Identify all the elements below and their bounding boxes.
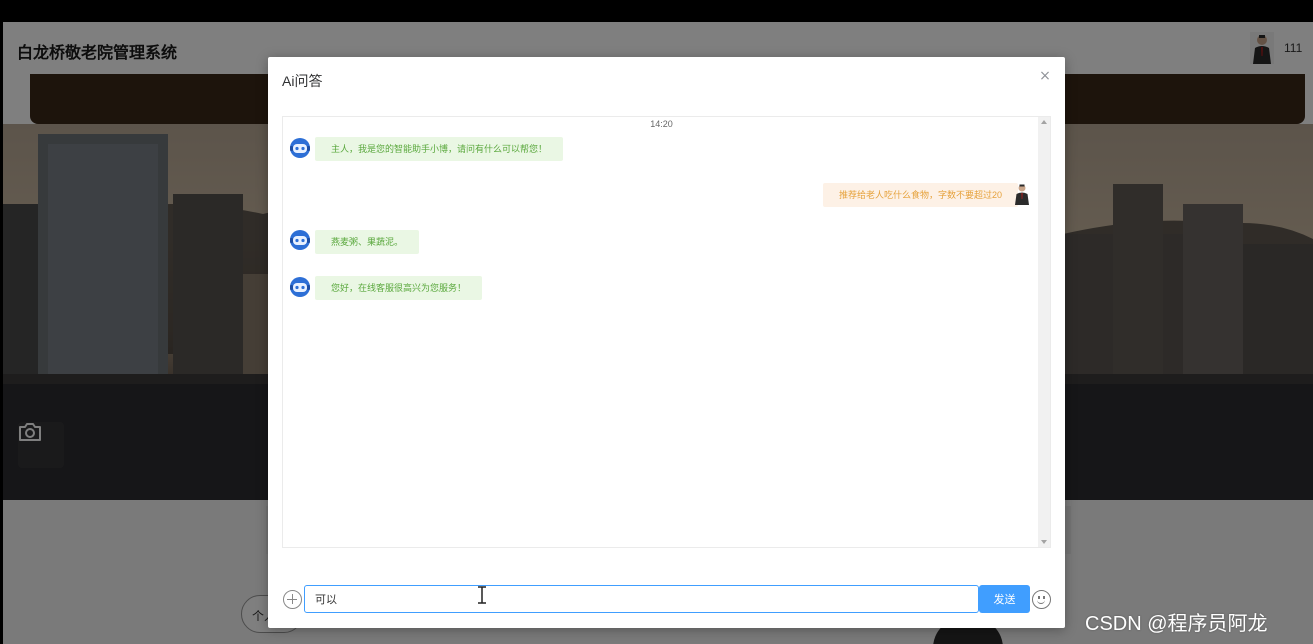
chat-scrollbar[interactable] — [1038, 117, 1050, 547]
smiley-icon[interactable] — [1032, 590, 1051, 609]
chat-input[interactable] — [304, 585, 979, 613]
robot-icon — [290, 138, 310, 158]
user-message-bubble: 推荐给老人吃什么食物，字数不要超过20 — [822, 183, 1018, 207]
csdn-watermark: CSDN @程序员阿龙 — [1085, 613, 1268, 635]
bot-message-bubble: 主人，我是您的智能助手小博，请问有什么可以帮您！ — [315, 137, 564, 161]
send-button[interactable]: 发送 — [979, 585, 1030, 613]
chat-message-area[interactable]: 14:20 主人，我是您的智能助手小博，请问有什么可以帮您！ 推荐给老人吃什么食… — [282, 116, 1051, 548]
ai-qa-dialog: Ai问答 × 14:20 主人，我是您的智能助手小博，请问有什么可以帮您！ 推荐… — [268, 57, 1065, 628]
robot-icon — [290, 277, 310, 297]
plus-circle-icon[interactable] — [283, 590, 302, 609]
dialog-title: Ai问答 — [282, 73, 323, 89]
screen-top-bar — [0, 0, 1313, 22]
scroll-down-arrow-icon[interactable] — [1041, 540, 1047, 544]
text-cursor-icon — [478, 586, 486, 604]
bot-message-bubble: 您好，在线客服很高兴为您服务！ — [315, 276, 483, 300]
close-icon[interactable]: × — [1038, 69, 1052, 83]
user-avatar-small — [1015, 184, 1029, 205]
robot-icon — [290, 230, 310, 250]
chat-timestamp: 14:20 — [650, 119, 673, 129]
bot-message-bubble: 燕麦粥、果蔬泥。 — [315, 230, 420, 254]
scroll-up-arrow-icon[interactable] — [1041, 120, 1047, 124]
